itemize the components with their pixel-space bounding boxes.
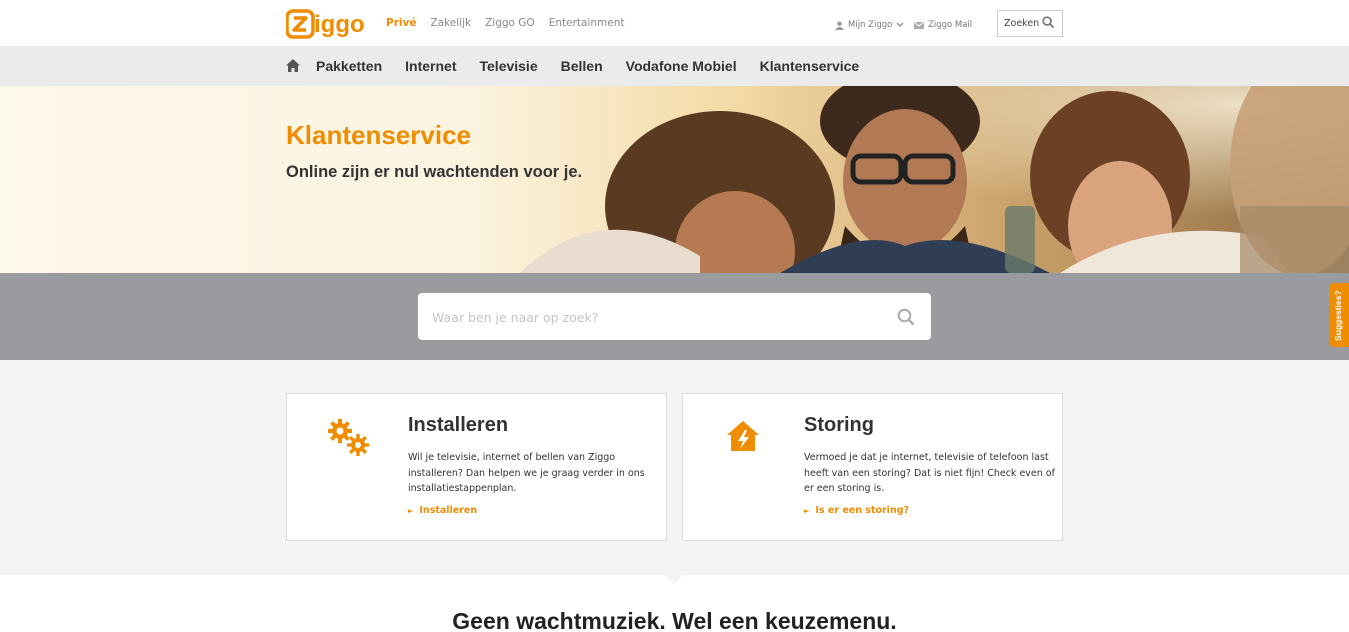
ziggo-mail-link[interactable]: Ziggo Mail	[914, 20, 972, 30]
nav-zakelijk[interactable]: Zakelijk	[430, 17, 471, 29]
svg-text:iggo: iggo	[314, 11, 365, 38]
nav-ziggo-go[interactable]: Ziggo GO	[485, 17, 535, 29]
nav-entertainment[interactable]: Entertainment	[549, 17, 625, 29]
card-storing-link[interactable]: ► Is er een storing?	[804, 505, 909, 516]
house-lightning-icon	[727, 421, 759, 451]
cards-section: Installeren Wil je televisie, internet o…	[0, 360, 1349, 575]
gears-icon	[328, 419, 369, 456]
ziggo-mail-label: Ziggo Mail	[928, 20, 973, 30]
search-band	[0, 273, 1349, 360]
card-storing[interactable]: Storing Vermoed je dat je internet, tele…	[682, 393, 1063, 541]
mijn-ziggo-menu[interactable]: Mijn Ziggo	[835, 20, 904, 30]
main-nav: Pakketten Internet Televisie Bellen Voda…	[0, 46, 1349, 86]
search-icon[interactable]	[1042, 16, 1055, 29]
card-storing-link-label: Is er een storing?	[815, 505, 910, 516]
card-installeren-title: Installeren	[408, 414, 509, 436]
feedback-tab[interactable]: Suggesties?	[1330, 283, 1349, 347]
brand-nav: Privé Zakelijk Ziggo GO Entertainment	[386, 17, 624, 29]
hero-subtitle: Online zijn er nul wachtenden voor je.	[286, 163, 583, 181]
card-installeren-description: Wil je televisie, internet of bellen van…	[408, 452, 645, 494]
card-storing-title: Storing	[804, 414, 874, 436]
card-storing-description: Vermoed je dat je internet, televisie of…	[804, 452, 1055, 494]
nav-prive[interactable]: Privé	[386, 17, 416, 29]
bottom-heading: Geen wachtmuziek. Wel een keuzemenu.	[452, 608, 897, 632]
bottom-section: Geen wachtmuziek. Wel een keuzemenu.	[0, 575, 1349, 632]
card-installeren-link[interactable]: ► Installeren	[408, 505, 477, 516]
mainnav-bellen[interactable]: Bellen	[561, 58, 603, 74]
arrow-right-icon: ►	[408, 506, 414, 515]
mainnav-pakketten[interactable]: Pakketten	[316, 58, 382, 74]
home-icon[interactable]	[286, 59, 300, 72]
mainnav-klantenservice[interactable]: Klantenservice	[760, 58, 860, 74]
mainnav-internet[interactable]: Internet	[405, 58, 456, 74]
chevron-down-icon	[896, 22, 904, 28]
top-search-label: Zoeken	[1004, 18, 1040, 29]
support-search-input[interactable]	[432, 305, 882, 329]
support-search-box	[418, 293, 931, 340]
ziggo-logo[interactable]: iggo	[286, 9, 374, 39]
mainnav-vodafone-mobiel[interactable]: Vodafone Mobiel	[626, 58, 737, 74]
mijn-ziggo-label: Mijn Ziggo	[848, 20, 893, 30]
search-icon[interactable]	[897, 308, 915, 326]
feedback-tab-label: Suggesties?	[1333, 290, 1343, 341]
top-bar: iggo Privé Zakelijk Ziggo GO Entertainme…	[0, 0, 1349, 46]
card-installeren[interactable]: Installeren Wil je televisie, internet o…	[286, 393, 667, 541]
user-icon	[835, 20, 844, 30]
mainnav-televisie[interactable]: Televisie	[480, 58, 538, 74]
hero-title: Klantenservice	[286, 120, 471, 150]
section-notch	[664, 575, 684, 584]
top-search-box[interactable]: Zoeken	[997, 10, 1063, 37]
hero-banner: Klantenservice Online zijn er nul wachte…	[0, 86, 1349, 273]
mail-icon	[914, 21, 924, 29]
hero-photo	[520, 86, 1349, 273]
arrow-right-icon: ►	[804, 506, 810, 515]
card-installeren-link-label: Installeren	[419, 505, 478, 516]
